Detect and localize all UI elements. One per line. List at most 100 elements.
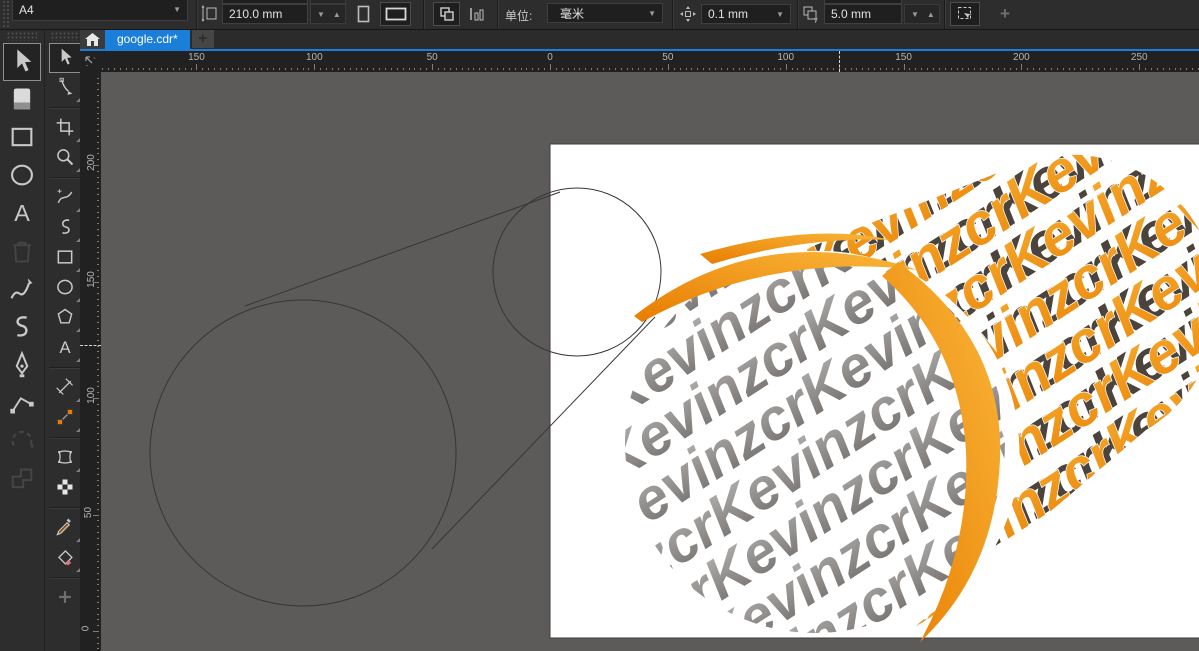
flyout-indicator [75, 208, 80, 212]
tool-zoom-tool[interactable] [49, 143, 81, 173]
page-size-combo[interactable]: A4 ▼ [12, 0, 188, 21]
add-tool-plus-icon [55, 587, 75, 610]
plus-icon: + [198, 30, 208, 47]
duplicate-y-field[interactable]: 5.0 mm [824, 4, 902, 24]
v-ruler-label: 100 [85, 387, 97, 404]
tool-text-tool[interactable]: A [49, 333, 81, 363]
all-pages-button[interactable] [433, 2, 460, 26]
page-height-field[interactable]: 210.0 mm [222, 4, 308, 24]
dock-grip[interactable] [50, 32, 79, 41]
tool-polyline-tool[interactable] [3, 385, 41, 423]
tool-pen-tool[interactable] [3, 347, 41, 385]
nudge-field[interactable]: 0.1 mm ▼ [701, 4, 791, 24]
tool-artistic-media-tool[interactable] [3, 271, 41, 309]
tool-smart-fill-tool[interactable] [49, 543, 81, 573]
tool-crop-tool[interactable] [49, 113, 81, 143]
dock-grip[interactable] [6, 32, 38, 41]
tool-arc-edit-tool[interactable] [3, 423, 41, 461]
document-tab-label: google.cdr* [117, 32, 178, 46]
tool-ellipse-tool[interactable] [49, 273, 81, 303]
freehand-tool-icon [55, 187, 75, 210]
tool-polygon-tool[interactable] [49, 303, 81, 333]
flyout-indicator [75, 168, 80, 172]
tool-eyedropper-tool[interactable] [49, 513, 81, 543]
large-circle-outline [149, 299, 457, 607]
connector-tool-icon [55, 407, 75, 430]
landscape-button[interactable] [380, 2, 411, 26]
tool-smart-drawing-tool[interactable] [49, 213, 81, 243]
tool-text-tool[interactable]: A [3, 195, 41, 233]
flyout-indicator [75, 138, 80, 142]
h-ruler-label: 100 [777, 52, 795, 63]
h-ruler-label: 250 [1130, 52, 1148, 63]
h-ruler-label: 150 [188, 52, 205, 63]
duplicate-distance-icon: y [802, 5, 820, 23]
tool-rectangle-tool[interactable] [3, 119, 41, 157]
h-ruler-label: 100 [305, 52, 323, 63]
flyout-indicator [75, 98, 80, 102]
v-ruler-label: 50 [83, 506, 95, 518]
page-height-spinner[interactable]: ▼ ▲ [310, 4, 346, 24]
tool-combine-shapes-tool[interactable] [3, 461, 41, 499]
smart-drawing-tool-icon [55, 217, 75, 240]
tool-transparency-tool[interactable] [49, 473, 81, 503]
toolbox-separator [48, 437, 81, 439]
treat-as-filled-button[interactable] [950, 2, 980, 26]
h-ruler-label: 50 [426, 52, 438, 63]
artistic-media-tool-icon [8, 275, 36, 306]
portrait-button[interactable] [351, 2, 375, 26]
drawing-canvas[interactable]: KevinzcrKevinzcrKevinzcrKevinzcrKevinzcr… [101, 72, 1199, 651]
page-height-icon [201, 5, 218, 22]
tool-trash-tool[interactable] [3, 233, 41, 271]
ruler-origin-icon [85, 56, 96, 67]
tool-spiral-tool[interactable] [3, 309, 41, 347]
rectangle-tool-icon [8, 123, 36, 154]
trash-tool-icon [8, 237, 36, 268]
combine-shapes-tool-icon [8, 465, 36, 496]
units-combo[interactable]: 毫米 ▼ [547, 3, 663, 23]
tool-freehand-tool[interactable] [49, 183, 81, 213]
units-value: 毫米 [560, 6, 585, 21]
flyout-indicator [75, 238, 80, 242]
horizontal-ruler[interactable]: 150 100 50 0 50 100 150 200 250 [101, 51, 1199, 72]
tool-eraser-tool[interactable] [3, 81, 41, 119]
rectangle-tool-icon [55, 247, 75, 270]
ruler-origin-corner[interactable] [80, 51, 101, 72]
polyline-tool-icon [8, 389, 36, 420]
toolbox-separator [48, 577, 81, 579]
tool-connector-tool[interactable] [49, 403, 81, 433]
document-tab[interactable]: google.cdr* [105, 29, 190, 49]
tool-shape-tool[interactable] [49, 73, 81, 103]
duplicate-x-value: 5.0 mm [831, 0, 871, 1]
home-tab-button[interactable] [80, 29, 105, 49]
chevron-down-icon: ▼ [648, 8, 656, 18]
zoom-tool-icon [55, 147, 75, 170]
nudge-value: 0.1 mm [708, 7, 749, 21]
envelope-tool-icon [55, 447, 75, 470]
tool-pick-tool[interactable] [48, 43, 81, 73]
v-ruler-label: 150 [85, 270, 97, 288]
tool-ellipse-tool[interactable] [3, 157, 41, 195]
tool-add-tool-plus[interactable] [49, 583, 81, 613]
h-ruler-label: 150 [895, 52, 912, 63]
current-page-button[interactable] [464, 2, 490, 26]
flyout-indicator [75, 398, 80, 402]
tool-dimension-tool[interactable] [49, 373, 81, 403]
tool-rectangle-tool[interactable] [49, 243, 81, 273]
property-bar: A4 ▼ 297.0 mm ▼▲ 210.0 mm ▼▲ [0, 0, 1199, 30]
duplicate-y-spinner[interactable]: ▼ ▲ [904, 4, 940, 24]
tool-pick-tool[interactable] [3, 43, 41, 81]
eraser-tool-icon [8, 85, 36, 116]
tool-envelope-tool[interactable] [49, 443, 81, 473]
nudge-icon [679, 5, 697, 23]
new-document-tab-button[interactable]: + [191, 29, 214, 48]
svg-text:y: y [814, 17, 818, 23]
vertical-ruler[interactable]: 200 150 100 50 0 [80, 72, 101, 651]
h-ruler-label: 0 [547, 52, 553, 63]
toolbar-grip[interactable] [2, 0, 9, 29]
customize-toolbar-plus-button[interactable]: + [992, 2, 1018, 26]
pen-tool-icon [8, 350, 36, 382]
flyout-indicator [75, 268, 80, 272]
spiral-tool-icon [8, 313, 36, 344]
text-tool-icon: A [55, 337, 75, 360]
